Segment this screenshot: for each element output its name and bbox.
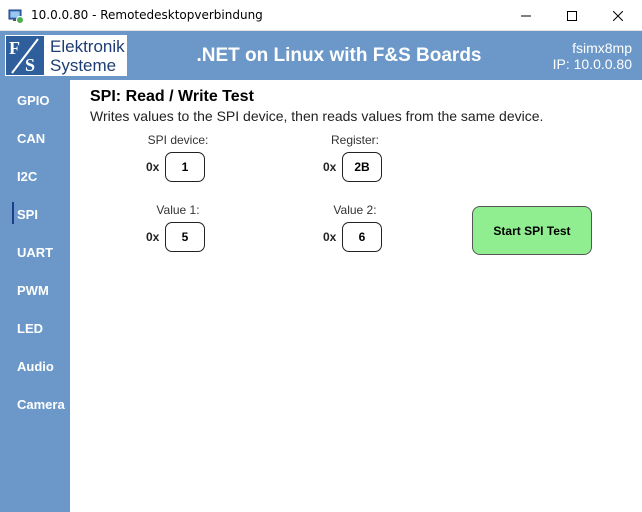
sidebar-item-pwm[interactable]: PWM xyxy=(17,283,49,298)
sidebar-item-uart[interactable]: UART xyxy=(17,245,53,260)
remote-desktop-icon xyxy=(8,9,24,24)
register-label: Register: xyxy=(330,133,380,147)
window-title: 10.0.0.80 - Remotedesktopverbindung xyxy=(31,8,263,22)
value2-hex-prefix: 0x xyxy=(323,230,337,244)
minimize-button[interactable] xyxy=(503,0,549,31)
sidebar-nav: GPIO CAN I2C SPI UART PWM LED Audio Came… xyxy=(0,80,70,512)
logo-text-line2: Systeme xyxy=(50,56,117,75)
value1-input[interactable] xyxy=(165,222,205,252)
start-spi-test-button[interactable]: Start SPI Test xyxy=(472,206,592,255)
spi-device-hex-prefix: 0x xyxy=(146,160,160,174)
sidebar-item-camera[interactable]: Camera xyxy=(17,397,65,412)
maximize-button[interactable] xyxy=(549,0,595,31)
svg-text:F: F xyxy=(9,38,20,58)
minimize-icon xyxy=(521,15,531,16)
sidebar-item-spi[interactable]: SPI xyxy=(17,207,38,222)
register-hex-prefix: 0x xyxy=(323,160,337,174)
page-title: SPI: Read / Write Test xyxy=(90,88,254,105)
logo-text-line1: Elektronik xyxy=(50,37,125,56)
close-icon xyxy=(613,10,623,21)
sidebar-item-i2c[interactable]: I2C xyxy=(17,169,37,184)
page-description: Writes values to the SPI device, then re… xyxy=(90,108,544,124)
sidebar-item-gpio[interactable]: GPIO xyxy=(17,93,50,108)
fs-logo-icon: F S xyxy=(6,36,44,75)
device-ip: IP: 10.0.0.80 xyxy=(552,56,632,72)
window-titlebar: 10.0.0.80 - Remotedesktopverbindung xyxy=(0,0,642,31)
company-logo: F S Elektronik Systeme xyxy=(5,35,127,76)
active-nav-indicator xyxy=(12,202,14,224)
sidebar-item-can[interactable]: CAN xyxy=(17,131,45,146)
device-name: fsimx8mp xyxy=(572,40,632,56)
spi-test-panel: SPI: Read / Write Test Writes values to … xyxy=(70,80,642,512)
spi-device-input[interactable] xyxy=(165,152,205,182)
register-input[interactable] xyxy=(342,152,382,182)
close-button[interactable] xyxy=(595,0,641,31)
value2-label: Value 2: xyxy=(333,203,377,217)
maximize-icon xyxy=(567,10,577,21)
value1-label: Value 1: xyxy=(156,203,200,217)
spi-device-label: SPI device: xyxy=(147,133,209,147)
value1-hex-prefix: 0x xyxy=(146,230,160,244)
value2-input[interactable] xyxy=(342,222,382,252)
svg-text:S: S xyxy=(25,55,35,75)
sidebar-item-audio[interactable]: Audio xyxy=(17,359,54,374)
sidebar-item-led[interactable]: LED xyxy=(17,321,43,336)
